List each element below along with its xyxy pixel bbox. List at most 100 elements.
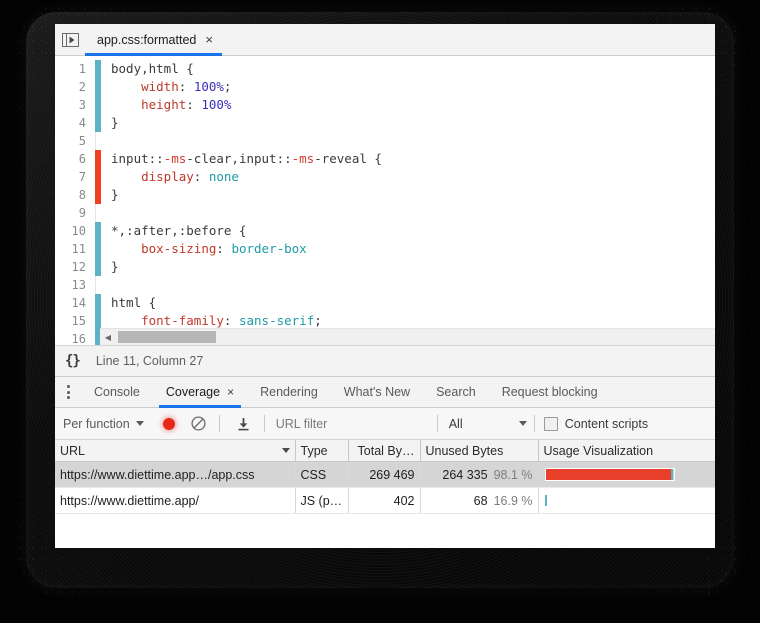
drawer-tab-label: Request blocking [501, 385, 598, 399]
code-line: 4} [55, 114, 715, 132]
line-number: 2 [55, 78, 95, 96]
code-text: } [111, 259, 119, 274]
cell-type: CSS [295, 461, 349, 488]
code-text: } [111, 115, 119, 130]
record-coverage-button[interactable] [156, 411, 182, 437]
cell-usage-visualization [538, 487, 715, 514]
code-editor[interactable]: 1 body,html {2 width: 100%; 3 height: 100%… [55, 56, 715, 345]
type-filter-label: All [448, 416, 463, 431]
column-header-url[interactable]: URL [55, 440, 296, 462]
code-line: 6 input::-ms-clear,input::-ms-reveal { [55, 150, 715, 168]
table-header-row: URL Type Total By… Unused Bytes Usage Vi… [55, 440, 715, 462]
cell-usage-visualization [538, 461, 715, 488]
editor-statusbar: {} Line 11, Column 27 [55, 345, 715, 377]
drawer-tab-coverage[interactable]: Coverage × [153, 377, 247, 408]
code-text: display: none [141, 169, 239, 184]
line-number: 7 [55, 168, 95, 186]
content-scripts-checkbox[interactable] [543, 416, 558, 431]
code-line: 2 width: 100%; [55, 78, 715, 96]
code-lines: 1 body,html {2 width: 100%; 3 height: 100%… [55, 60, 715, 345]
type-filter-dropdown[interactable]: All [445, 417, 527, 431]
column-header-usage-visualization[interactable]: Usage Visualization [538, 440, 715, 462]
export-coverage-button[interactable] [231, 411, 257, 437]
drawer-tab-search[interactable]: Search [423, 377, 489, 407]
usage-bar-unused-segment [545, 469, 672, 480]
column-header-url-label: URL [60, 443, 86, 458]
sources-panel-icon[interactable] [55, 24, 85, 55]
cell-url: https://www.diettime.app/ [55, 487, 296, 514]
window-frame-backdrop: app.css:formatted × 1 body,html { 2 width:… [0, 0, 760, 623]
line-number: 5 [55, 132, 95, 150]
cell-total-bytes: 402 [348, 487, 421, 514]
column-header-unused-bytes[interactable]: Unused Bytes [420, 440, 539, 462]
cell-url: https://www.diettime.app…/app.css [55, 461, 296, 488]
code-text: input::-ms-clear,input::-ms-reveal { [111, 151, 382, 166]
line-number: 10 [55, 222, 95, 240]
clear-coverage-button[interactable] [186, 411, 212, 437]
line-number: 11 [55, 240, 95, 258]
editor-horizontal-scrollbar[interactable]: ◀ [100, 328, 715, 345]
code-line: 12} [55, 258, 715, 276]
toolbar-divider [263, 415, 265, 432]
more-tools-icon[interactable] [55, 377, 81, 407]
code-text: box-sizing: border-box [141, 241, 307, 256]
column-header-total-bytes[interactable]: Total By… [348, 440, 421, 462]
table-row[interactable]: https://www.diettime.app/JS (p… 402 68 16.9… [55, 487, 715, 514]
usage-bar-used-segment [671, 469, 674, 480]
source-tab-app-css[interactable]: app.css:formatted × [85, 24, 222, 56]
cursor-position-label: Line 11, Column 27 [95, 354, 204, 368]
column-header-type[interactable]: Type [295, 440, 349, 462]
sort-descending-icon [281, 448, 290, 453]
drawer-tab-console[interactable]: Console [81, 377, 153, 407]
code-text: html { [111, 295, 157, 310]
record-icon [162, 417, 175, 430]
code-line: 3 height: 100% [55, 96, 715, 114]
coverage-table: URL Type Total By… Unused Bytes Usage Vi… [55, 440, 715, 514]
code-line: 7 display: none [55, 168, 715, 186]
drawer-tab-request-blocking[interactable]: Request blocking [489, 377, 611, 407]
drawer-tab-label: Coverage [165, 385, 221, 399]
scroll-left-arrow-icon[interactable]: ◀ [100, 330, 116, 345]
chevron-down-icon [135, 421, 144, 426]
cell-unused-bytes: 264 335 98.1 % [420, 461, 539, 488]
line-number: 1 [55, 60, 95, 78]
line-number: 8 [55, 186, 95, 204]
toolbar-divider [218, 415, 220, 432]
usage-bar [544, 468, 675, 481]
source-tab-close-icon[interactable]: × [205, 33, 213, 46]
content-scripts-label: Content scripts [564, 416, 649, 431]
code-line: 13 [55, 276, 715, 294]
chevron-down-icon [518, 421, 527, 426]
scrollbar-thumb[interactable] [118, 331, 216, 343]
code-line: 14 html { [55, 294, 715, 312]
table-row[interactable]: https://www.diettime.app…/app.css CSS 269 … [55, 461, 715, 488]
drawer-tab-label: Console [94, 385, 140, 399]
code-text: } [111, 187, 119, 202]
drawer-tab-label: Rendering [260, 385, 318, 399]
drawer-tab-label: Search [436, 385, 476, 399]
drawer-tab-rendering[interactable]: Rendering [247, 377, 331, 407]
toolbar-divider [436, 415, 438, 432]
devtools-window: app.css:formatted × 1 body,html { 2 width:… [55, 24, 715, 548]
unused-bytes-value: 68 [473, 493, 488, 508]
line-number: 16 [55, 330, 95, 345]
code-line: 11 box-sizing: border-box [55, 240, 715, 258]
line-number: 4 [55, 114, 95, 132]
url-filter-input[interactable] [271, 416, 430, 431]
line-number: 9 [55, 204, 95, 222]
line-number: 3 [55, 96, 95, 114]
code-text: height: 100% [141, 97, 232, 112]
code-text: body,html { [111, 61, 194, 76]
pretty-print-icon[interactable]: {} [63, 353, 82, 369]
drawer-tabstrip: Console Coverage × Rendering What's New Searc… [55, 377, 715, 408]
code-text: width: 100%; [141, 79, 232, 94]
line-number: 14 [55, 294, 95, 312]
code-line: 10 *,:after,:before { [55, 222, 715, 240]
sources-tabstrip: app.css:formatted × [55, 24, 715, 56]
drawer-tab-what-s-new[interactable]: What's New [331, 377, 423, 407]
drawer-tab-close-icon[interactable]: × [227, 385, 234, 399]
granularity-label: Per function [63, 416, 130, 431]
granularity-dropdown[interactable]: Per function [63, 417, 150, 431]
content-scripts-toggle[interactable]: Content scripts [542, 416, 649, 431]
usage-bar [544, 495, 547, 506]
